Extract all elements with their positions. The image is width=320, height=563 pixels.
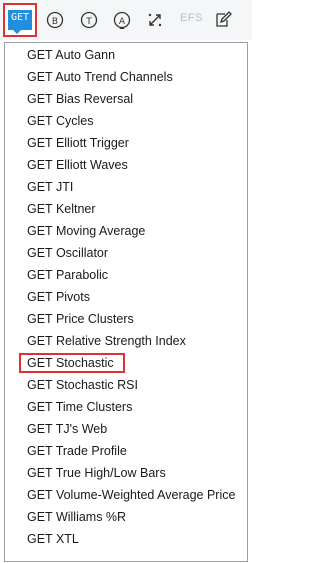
efs-label[interactable]: EFS	[180, 12, 203, 24]
menu-item[interactable]: GET JTI	[5, 176, 247, 198]
arrows-icon[interactable]	[146, 11, 164, 29]
menu-item[interactable]: GET Parabolic	[5, 264, 247, 286]
b-circle-icon[interactable]: B	[46, 11, 64, 29]
menu-item[interactable]: GET Cycles	[5, 110, 247, 132]
menu-item[interactable]: GET TJ's Web	[5, 418, 247, 440]
menu-item[interactable]: GET Stochastic	[5, 352, 247, 374]
menu-item[interactable]: GET Bias Reversal	[5, 88, 247, 110]
menu-item[interactable]: GET Auto Gann	[5, 44, 247, 66]
menu-item[interactable]: GET True High/Low Bars	[5, 462, 247, 484]
menu-item[interactable]: GET Keltner	[5, 198, 247, 220]
menu-item[interactable]: GET XTL	[5, 528, 247, 550]
toolbar: GET B T A EFS	[0, 0, 252, 40]
edit-icon[interactable]	[214, 11, 232, 29]
menu-item[interactable]: GET Williams %R	[5, 506, 247, 528]
menu-item[interactable]: GET Moving Average	[5, 220, 247, 242]
menu-item[interactable]: GET Stochastic RSI	[5, 374, 247, 396]
svg-text:A: A	[119, 17, 126, 27]
get-button-label: GET	[8, 10, 32, 30]
menu-item[interactable]: GET Elliott Waves	[5, 154, 247, 176]
svg-text:T: T	[85, 17, 92, 27]
menu-item[interactable]: GET Auto Trend Channels	[5, 66, 247, 88]
menu-item[interactable]: GET Pivots	[5, 286, 247, 308]
a-circle-icon[interactable]: A	[113, 11, 131, 29]
menu-item[interactable]: GET Price Clusters	[5, 308, 247, 330]
menu-item[interactable]: GET Trade Profile	[5, 440, 247, 462]
get-dropdown-menu: GET Auto Gann GET Auto Trend Channels GET …	[4, 42, 248, 562]
menu-item[interactable]: GET Volume-Weighted Average Price	[5, 484, 247, 506]
menu-item[interactable]: GET Oscillator	[5, 242, 247, 264]
menu-item[interactable]: GET Elliott Trigger	[5, 132, 247, 154]
svg-text:B: B	[52, 17, 58, 27]
menu-item[interactable]: GET Relative Strength Index	[5, 330, 247, 352]
menu-item[interactable]: GET Time Clusters	[5, 396, 247, 418]
t-circle-icon[interactable]: T	[80, 11, 98, 29]
get-button[interactable]: GET	[3, 3, 37, 37]
dropdown-arrow-icon	[13, 30, 21, 34]
menu-list: GET Auto Gann GET Auto Trend Channels GET …	[5, 44, 247, 550]
